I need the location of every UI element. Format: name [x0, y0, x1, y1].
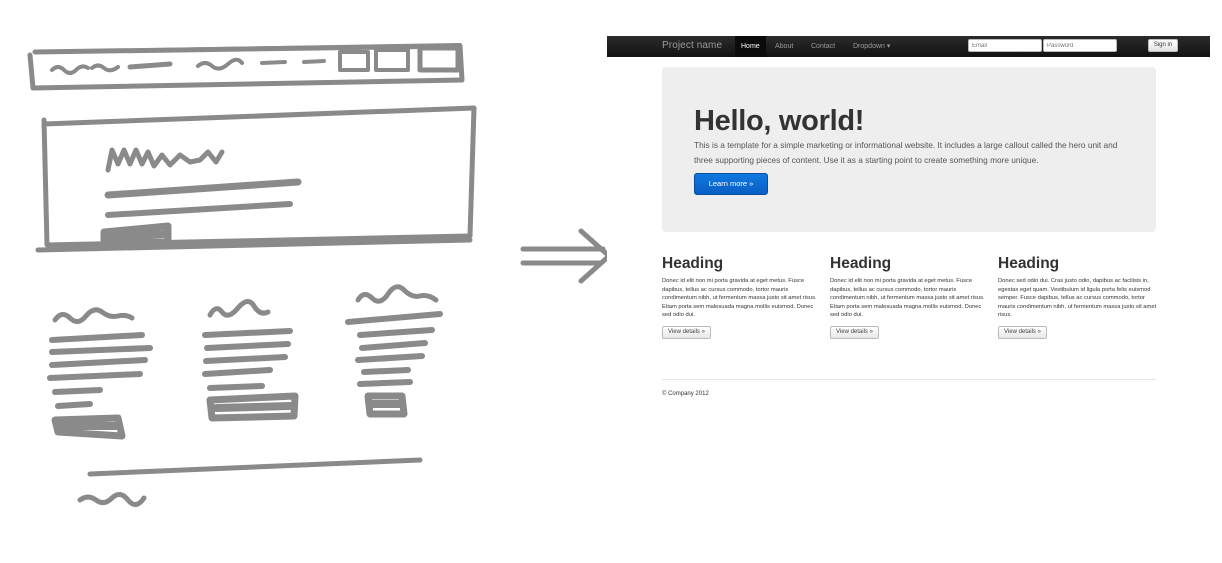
wireframe-sketch [27, 43, 477, 507]
column-heading: Heading [998, 255, 1060, 272]
password-input[interactable] [1043, 39, 1117, 52]
nav-link-contact[interactable]: Contact [805, 36, 841, 57]
nav-link-home[interactable]: Home [735, 36, 766, 57]
navbar: Project name Home About Contact Dropdown… [607, 36, 1210, 57]
nav-dropdown[interactable]: Dropdown ▾ [847, 36, 896, 57]
footer-text: © Company 2012 [662, 391, 709, 397]
nav-link-about[interactable]: About [769, 36, 799, 57]
content-column-1: Heading Donec id elit non mi porta gravi… [662, 255, 822, 339]
column-heading: Heading [662, 255, 724, 272]
website-mockup: Project name Home About Contact Dropdown… [607, 36, 1210, 406]
column-heading: Heading [830, 255, 892, 272]
transform-arrow-icon [520, 228, 612, 284]
email-input[interactable] [968, 39, 1042, 52]
learn-more-button[interactable]: Learn more » [694, 173, 768, 195]
content-column-2: Heading Donec id elit non mi porta gravi… [830, 255, 990, 339]
column-text: Donec id elit non mi porta gravida at eg… [830, 278, 985, 318]
hero-unit: Hello, world! This is a template for a s… [662, 67, 1156, 232]
sketch-column-1 [47, 307, 153, 440]
hero-title: Hello, world! [694, 105, 865, 137]
sketch-hero [35, 105, 477, 253]
sign-in-button[interactable]: Sign in [1148, 39, 1178, 52]
sketch-footer [77, 457, 423, 507]
column-text: Donec sed odio dui. Cras justo odio, dap… [998, 278, 1157, 318]
brand-link[interactable]: Project name [662, 40, 722, 51]
content-column-3: Heading Donec sed odio dui. Cras justo o… [998, 255, 1158, 339]
sketch-column-2 [202, 299, 299, 422]
view-details-button[interactable]: View details » [830, 325, 879, 339]
column-text: Donec id elit non mi porta gravida at eg… [662, 278, 817, 318]
sketch-navbar [27, 43, 465, 91]
sketch-column-3 [345, 284, 443, 418]
hero-text: This is a template for a simple marketin… [694, 140, 1118, 165]
view-details-button[interactable]: View details » [998, 325, 1047, 339]
view-details-button[interactable]: View details » [662, 325, 711, 339]
footer-divider [662, 379, 1156, 380]
